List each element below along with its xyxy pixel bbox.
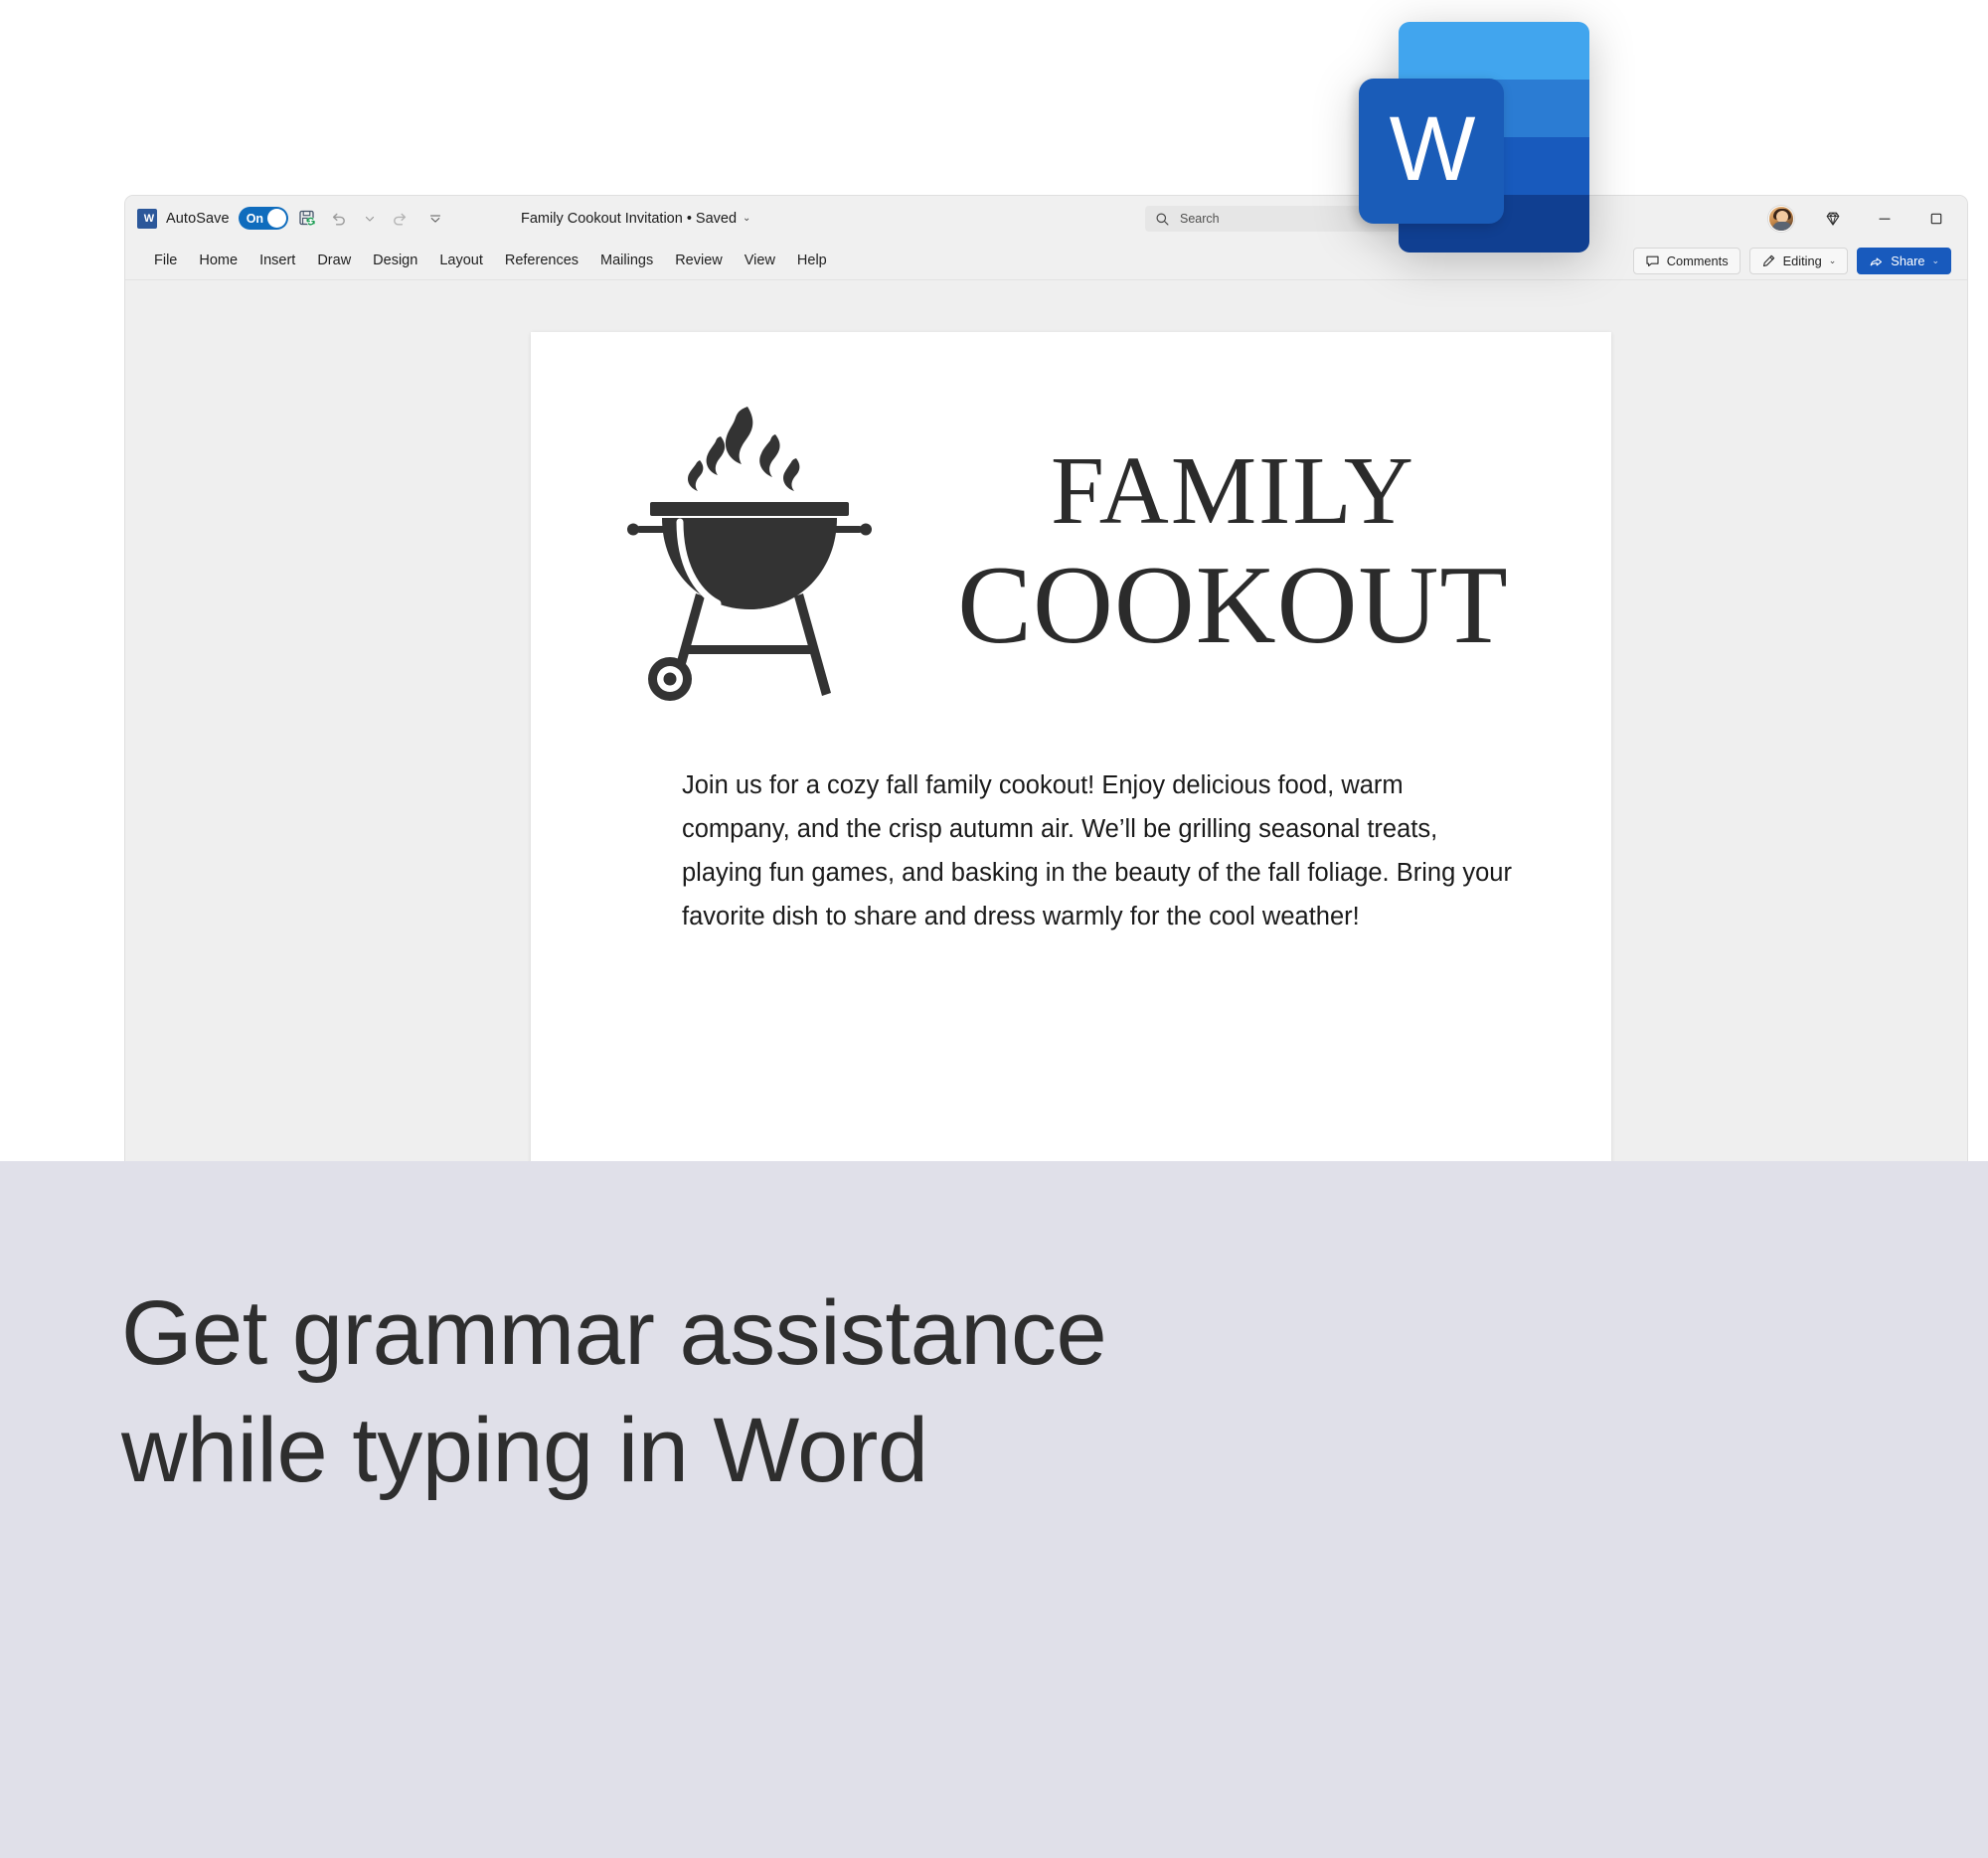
word-titlebar-icon: W — [137, 208, 157, 229]
autosave-label: AutoSave — [166, 210, 230, 227]
ribbon-tab-layout[interactable]: Layout — [428, 248, 494, 273]
caption-line-1: Get grammar assistance — [121, 1282, 1107, 1384]
title-bar: W AutoSave On Family Cookout Invitation … — [125, 196, 1967, 241]
ribbon-tab-insert[interactable]: Insert — [248, 248, 306, 273]
minimize-icon[interactable] — [1872, 206, 1898, 232]
comments-button[interactable]: Comments — [1632, 247, 1740, 274]
share-icon — [1870, 256, 1883, 265]
screenshot-root: W AutoSave On Family Cookout Invitation … — [0, 0, 1988, 1858]
document-title-chevron-icon[interactable]: ⌄ — [743, 213, 750, 224]
document-canvas[interactable]: FAMILY COOKOUT Join us for a cozy fall f… — [125, 281, 1967, 1189]
caption-line-2: while typing in Word — [121, 1399, 928, 1501]
document-title[interactable]: Family Cookout Invitation • Saved ⌄ — [521, 211, 750, 227]
comment-icon — [1646, 255, 1659, 266]
comments-label: Comments — [1666, 253, 1729, 268]
ribbon-tab-references[interactable]: References — [494, 248, 589, 273]
ribbon-tab-draw[interactable]: Draw — [306, 248, 362, 273]
undo-icon[interactable] — [328, 208, 350, 230]
avatar[interactable] — [1768, 205, 1794, 232]
editing-chevron-down-icon[interactable]: ⌄ — [1829, 255, 1837, 266]
document-title-text: Family Cookout Invitation • Saved — [521, 210, 738, 227]
document-page[interactable]: FAMILY COOKOUT Join us for a cozy fall f… — [531, 332, 1611, 1189]
ribbon-tab-view[interactable]: View — [734, 248, 786, 273]
ribbon-tab-review[interactable]: Review — [664, 248, 734, 273]
word-logo-letter: W — [1389, 98, 1476, 200]
word-app-logo: W — [1359, 22, 1589, 253]
save-icon[interactable] — [297, 208, 319, 230]
search-placeholder: Search — [1180, 212, 1220, 226]
bbq-grill-icon — [627, 407, 872, 701]
ribbon-tab-mailings[interactable]: Mailings — [589, 248, 664, 273]
diamond-icon[interactable] — [1820, 206, 1846, 232]
maximize-icon[interactable] — [1923, 206, 1949, 232]
share-label: Share — [1891, 253, 1925, 268]
autosave-toggle[interactable]: On — [238, 207, 288, 230]
undo-dropdown-icon[interactable] — [359, 208, 381, 230]
editing-mode-button[interactable]: Editing ⌄ — [1748, 247, 1849, 274]
document-heading-line-1: FAMILY — [1051, 437, 1415, 545]
quick-access-toolbar: W AutoSave On — [125, 196, 446, 241]
ribbon-tab-bar: File Home Insert Draw Design Layout Refe… — [125, 241, 1967, 280]
pencil-icon — [1762, 254, 1774, 266]
title-bar-right-cluster — [1768, 196, 1949, 241]
caption-text: Get grammar assistance while typing in W… — [121, 1275, 1107, 1510]
ribbon-tab-design[interactable]: Design — [362, 248, 428, 273]
redo-icon[interactable] — [390, 208, 412, 230]
document-header-block: FAMILY COOKOUT — [590, 394, 1564, 712]
word-application-window: W AutoSave On Family Cookout Invitation … — [124, 195, 1968, 1189]
autosave-toggle-state: On — [246, 211, 264, 226]
ribbon-right-cluster: Comments Editing ⌄ Share ⌄ — [1632, 241, 1951, 280]
customize-quick-access-toolbar-icon[interactable] — [424, 208, 446, 230]
caption-band: Get grammar assistance while typing in W… — [0, 1161, 1988, 1858]
document-body-paragraph[interactable]: Join us for a cozy fall family cookout! … — [682, 764, 1517, 938]
editing-label: Editing — [1782, 253, 1822, 268]
toggle-knob — [266, 209, 286, 228]
share-chevron-down-icon[interactable]: ⌄ — [1931, 255, 1939, 266]
ribbon-tab-file[interactable]: File — [143, 248, 188, 273]
search-icon — [1156, 213, 1169, 225]
word-logo-letter-tile: W — [1359, 79, 1504, 224]
share-button[interactable]: Share ⌄ — [1857, 247, 1951, 274]
document-title-block: FAMILY COOKOUT — [903, 437, 1564, 668]
ribbon-tab-home[interactable]: Home — [188, 248, 248, 273]
document-heading-line-2: COOKOUT — [957, 544, 1509, 668]
ribbon-tab-help[interactable]: Help — [786, 248, 838, 273]
